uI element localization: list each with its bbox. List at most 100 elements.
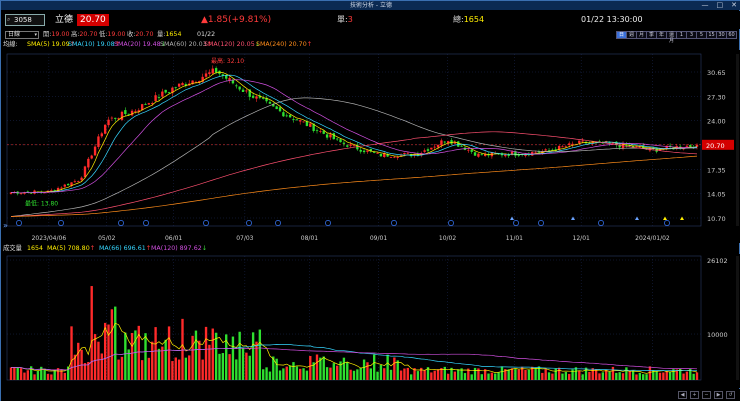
low-annotation: 最低: 13.80 — [25, 200, 58, 208]
total-volume: 總:1654 — [453, 14, 484, 26]
volume-bar — [544, 369, 547, 380]
volume-bar — [262, 369, 265, 380]
volume-bar — [238, 331, 241, 380]
ma-legend-text: SMA(240) 20.70 — [256, 41, 307, 48]
minimize-icon[interactable]: — — [702, 1, 709, 10]
zoom-out-icon[interactable]: − — [702, 391, 711, 399]
candle-body — [517, 155, 520, 157]
volume-bar — [228, 354, 231, 380]
volume-bar — [635, 374, 638, 380]
volume-bar — [16, 367, 19, 380]
ma-legend-arrow: ↑ — [306, 41, 312, 48]
candle-body — [50, 190, 53, 191]
candle-body — [302, 121, 305, 123]
scroll-left-icon[interactable]: ◀ — [678, 391, 687, 399]
price-change: ▲1.85(+9.81%) — [201, 15, 272, 25]
open-field: 開:19.00 — [43, 30, 69, 40]
candle-body — [379, 153, 383, 157]
volume-bar — [117, 359, 120, 380]
volume-bar — [241, 348, 245, 380]
volume-tick-label: 26102 — [707, 257, 728, 265]
volume-bar — [433, 370, 436, 380]
volume-ma-legend-item: MA(5) 708.80↑ — [47, 244, 95, 254]
volume-bar — [618, 372, 621, 380]
volume-bar — [457, 369, 460, 380]
period-button-11[interactable]: 60 — [726, 31, 737, 39]
candle-body — [544, 149, 547, 151]
volume-bar — [356, 369, 359, 380]
stock-code-value: 3058 — [14, 16, 32, 24]
candle-body — [295, 119, 299, 121]
candle-body — [477, 153, 480, 157]
candle-body — [581, 140, 584, 142]
volume-bar — [174, 357, 177, 380]
volume-bar — [564, 371, 568, 380]
volume-bar — [167, 326, 171, 380]
candle-body — [578, 140, 581, 144]
volume-bar — [551, 373, 554, 380]
price-chart[interactable]: 30.65 27.30 24.00 20.70 17.35 14.05 10.70 2023/… — [1, 50, 740, 243]
volume-bar — [164, 339, 167, 380]
open-value: 19.00 — [51, 31, 70, 38]
candle-body — [238, 86, 241, 90]
volume-bar — [490, 372, 494, 380]
volume-bar — [662, 372, 665, 380]
candle-body — [164, 89, 167, 93]
volume-bar — [695, 372, 699, 380]
candle-body — [507, 154, 510, 156]
volume-bar — [359, 367, 362, 380]
candle-body — [393, 156, 396, 158]
zoom-in-icon[interactable]: + — [690, 391, 699, 399]
volume-bar — [497, 372, 500, 380]
volume-bar — [366, 362, 369, 380]
volume-bar — [346, 362, 349, 380]
ma-legend-text: SMA(60) 20.03 — [160, 41, 207, 48]
candle-body — [66, 183, 70, 186]
volume-bar — [625, 367, 628, 380]
last-price: 20.70 — [77, 14, 109, 26]
candle-body — [177, 83, 181, 87]
candle-body — [366, 150, 369, 152]
volume-ma-legend-arrow: ↓ — [201, 245, 207, 252]
volume-field: 量:1654 — [157, 30, 181, 40]
total-value: 1654 — [463, 15, 485, 24]
candle-body — [278, 107, 282, 112]
volume-ma-legend-text: MA(120) 897.62 — [151, 245, 202, 252]
volume-bar — [144, 333, 147, 380]
volume-legend-value: 1654 — [27, 245, 44, 252]
candle-body — [110, 117, 114, 119]
candle-body — [473, 152, 477, 156]
close-icon[interactable]: ✕ — [731, 1, 737, 10]
volume-bar — [36, 370, 40, 380]
volume-bar — [473, 367, 477, 380]
volume-bar — [568, 373, 571, 380]
candle-body — [406, 152, 409, 154]
ma-legend-item: SMA(10) 19.08↑ — [68, 40, 120, 50]
candle-body — [134, 110, 137, 112]
candle-body — [450, 140, 453, 144]
volume-value: 1654 — [165, 31, 182, 38]
scroll-right-icon[interactable]: ▶ — [714, 391, 723, 399]
volume-bar — [500, 366, 504, 380]
volume-bar — [100, 353, 103, 380]
candle-body — [423, 150, 426, 152]
volume-bar — [9, 367, 13, 380]
volume-bar — [93, 334, 97, 380]
unit-value: 3 — [347, 15, 353, 24]
volume-bar — [628, 370, 631, 380]
reset-icon[interactable]: ↺ — [726, 391, 735, 399]
current-price-label: 20.70 — [706, 142, 725, 150]
price-tick-label: 27.30 — [707, 94, 726, 102]
candle-body — [571, 143, 574, 145]
volume-bar — [648, 366, 652, 380]
volume-bar — [161, 346, 164, 380]
volume-bar — [638, 372, 642, 380]
stock-code-input[interactable]: ⌕ 3058 — [5, 14, 45, 26]
period-select[interactable]: 日線 ▾ — [5, 31, 39, 39]
volume-chart[interactable]: 26102 10000 — [1, 254, 740, 388]
x-tick-label: 11/01 — [506, 235, 523, 242]
total-label: 總: — [453, 15, 464, 24]
maximize-icon[interactable]: □ — [717, 1, 724, 10]
volume-bar — [409, 374, 413, 380]
candle-body — [60, 187, 63, 189]
